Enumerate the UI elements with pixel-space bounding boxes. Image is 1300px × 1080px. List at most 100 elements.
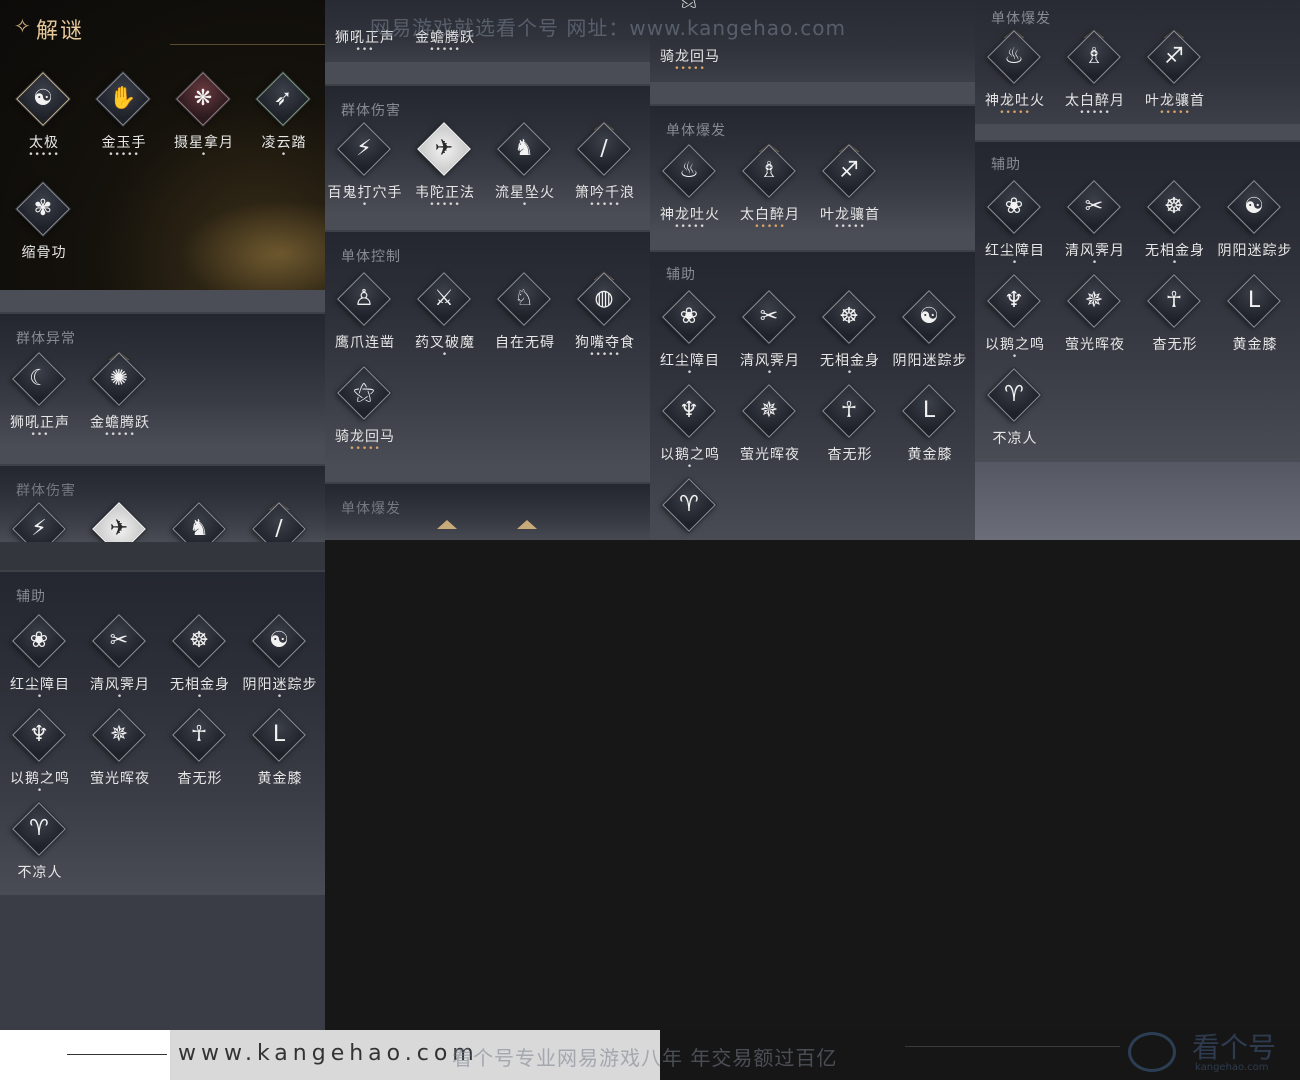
skill-yiezhiming[interactable]: ♆ 以鹅之鸣 • — [0, 708, 80, 800]
skill-suogugong[interactable]: ✾ 缩骨功 — [4, 182, 84, 274]
skill-jinchantengyue[interactable]: ✺ 金蟾腾跃 ••••• — [80, 351, 160, 444]
section-background-fill — [975, 462, 1300, 540]
skill-huangjinxi[interactable]: L 黄金膝 — [240, 708, 320, 800]
skill-yingguanghuiye[interactable]: ✵ 萤光晖夜 — [80, 708, 160, 800]
skill-name: 黄金膝 — [257, 771, 303, 787]
skill-level-dots: • — [686, 368, 694, 378]
skill-name: 阴阳迷踪步 — [242, 677, 318, 693]
skill-level-dots: • — [846, 368, 854, 378]
title-divider — [170, 44, 325, 45]
skill-level-dots: ••••• — [1079, 108, 1111, 118]
skill-qingfengjiyue[interactable]: ✂ 清风霁月 • — [1055, 180, 1135, 272]
lotus-icon: ❀ — [1004, 194, 1024, 219]
section-title: 单体控制 — [341, 249, 401, 265]
skill-buliangren[interactable]: ♈ 不凉人 — [0, 802, 80, 894]
lotus-icon: ❀ — [29, 628, 49, 653]
dragon-fire-icon: ♨ — [1004, 44, 1024, 69]
skill-zizaiwuai[interactable]: ♘ 自在无碍 — [485, 272, 565, 364]
drunk-icon: ♗ — [759, 158, 779, 183]
section-separator — [0, 290, 325, 312]
skill-taiji[interactable]: ☯ 太极 ••••• — [4, 72, 84, 164]
skill-gouzuiduoshi[interactable]: ◍ 狗嘴夺食 ••••• — [565, 271, 645, 364]
skill-level-dots: • — [196, 692, 204, 702]
skill-huangjinxi[interactable]: L 黄金膝 — [1215, 274, 1295, 366]
skill-shenlongtuhuo[interactable]: ♨ 神龙吐火 ••••• — [650, 144, 730, 232]
skill-yingguanghuiye[interactable]: ✵ 萤光晖夜 — [730, 384, 810, 476]
meditate-icon: ☸ — [189, 628, 209, 653]
brand-logo-subtext: kangehao.com — [1195, 1062, 1269, 1073]
skill-name: 阴阳迷踪步 — [892, 353, 968, 369]
skill-jinyushou[interactable]: ✋ 金玉手 ••••• — [84, 72, 164, 164]
skill-icon-partial[interactable]: ∕ ••• — [240, 501, 320, 542]
section-separator — [325, 62, 650, 84]
skill-hongchenzhangmu[interactable]: ❀ 红尘障目 • — [0, 614, 80, 706]
skill-name: 杳无形 — [177, 771, 223, 787]
skill-name: 阴阳迷踪步 — [1217, 243, 1293, 259]
skill-wuxiangjinshen[interactable]: ☸ 无相金身 • — [810, 290, 890, 382]
drunk-icon: ♗ — [1084, 44, 1104, 69]
screenshot-root: ✧ 解谜 ☯ 太极 ••••• ✋ 金玉手 ••••• ❋ 摄星拿月 • ➶ 凌… — [0, 0, 1300, 1080]
skill-icon-partial[interactable]: ✈ ••••• — [80, 502, 160, 542]
skill-name: 狗嘴夺食 — [575, 335, 635, 351]
yinyang-icon: ☯ — [919, 304, 939, 329]
figure-icon: ☥ — [840, 398, 858, 423]
skill-icon-partial[interactable]: ♞ ••••• — [160, 502, 240, 542]
skill-level-dots: ••••• — [1159, 108, 1191, 118]
toad-icon: ✺ — [109, 366, 129, 391]
skill-yinyangmizongbu[interactable]: ☯ 阴阳迷踪步 — [890, 290, 970, 382]
skill-hongchenzhangmu[interactable]: ❀ 红尘障目 • — [650, 290, 730, 382]
skill-name: 萤光晖夜 — [1065, 337, 1125, 353]
skill-hongchenzhangmu[interactable]: ❀ 红尘障目 • — [975, 180, 1055, 272]
skill-huangjinxi[interactable]: L 黄金膝 — [890, 384, 970, 476]
dragon-fire-icon: ♨ — [679, 158, 699, 183]
dragon-icon: ⚝ — [353, 380, 375, 405]
skill-shenlongtuhuo[interactable]: ♨ 神龙吐火 ••••• — [975, 29, 1055, 122]
skill-yaowuxing[interactable]: ☥ 杳无形 — [1135, 274, 1215, 366]
skill-level-dots: ••••• — [429, 200, 461, 210]
skill-name: 药叉破魔 — [415, 335, 475, 351]
skill-yaowuxing[interactable]: ☥ 杳无形 — [810, 384, 890, 476]
skill-shihouzhengsheng[interactable]: ☾ 狮吼正声 ••• — [0, 352, 80, 444]
skill-baiguidaxueshou[interactable]: ⚡ 百鬼打穴手 • — [325, 122, 405, 212]
section-group-damage: 群体伤害 ⚡ 百鬼打穴手 • ✈ 韦陀正法 ••••• ♞ 流星坠火 • ∕ 箫… — [325, 84, 650, 212]
flute-icon: ∕ — [275, 516, 283, 541]
skill-wuxiangjinshen[interactable]: ☸ 无相金身 • — [160, 614, 240, 706]
skill-name: 箫吟千浪 — [575, 185, 635, 201]
skill-level-dots: ••••• — [674, 64, 706, 74]
skill-yaowuxing[interactable]: ☥ 杳无形 — [160, 708, 240, 800]
rank-cap-icon — [437, 520, 457, 529]
wing-icon: ❋ — [193, 86, 213, 111]
skill-taibaizuiyue[interactable]: ♗ 太白醉月 ••••• — [730, 143, 810, 232]
skill-level-dots: • — [1011, 352, 1019, 362]
lightning-icon: ⚡ — [356, 136, 372, 161]
skill-yingzhualianzao[interactable]: ♙ 鹰爪连凿 — [325, 272, 405, 364]
skill-yelongxiangshou[interactable]: ♐ 叶龙骧首 ••••• — [1135, 29, 1215, 122]
skill-qilonghuima[interactable]: ⚝ 骑龙回马 ••••• — [325, 366, 405, 458]
skill-qingfengjiyue[interactable]: ✂ 清风霁月 • — [80, 614, 160, 706]
skill-buliangren[interactable]: ♈ 不凉人 — [975, 368, 1055, 460]
skill-name: 太白醉月 — [1065, 93, 1125, 109]
skill-yinyangmizongbu[interactable]: ☯ 阴阳迷踪步 — [1215, 180, 1295, 272]
skill-yiezhiming[interactable]: ♆ 以鹅之鸣 • — [650, 384, 730, 476]
skill-weituozhengfa[interactable]: ✈ 韦陀正法 ••••• — [405, 122, 485, 212]
skill-shexingnayue[interactable]: ❋ 摄星拿月 • — [164, 72, 244, 164]
skill-icon-partial[interactable]: ⚡ ••••• — [0, 502, 80, 542]
skill-wuxiangjinshen[interactable]: ☸ 无相金身 • — [1135, 180, 1215, 272]
skill-name: 无相金身 — [820, 353, 880, 369]
column-3: ⚝ 骑龙回马 ••••• 单体爆发 ♨ 神龙吐火 ••••• ♗ 太白醉月 ••… — [650, 0, 975, 540]
footer-url[interactable]: www.kangehao.com — [178, 1041, 479, 1066]
skill-yelongxiangshou[interactable]: ♐ 叶龙骧首 ••••• — [810, 143, 890, 232]
skill-liuxingzhuihuo[interactable]: ♞ 流星坠火 • — [485, 122, 565, 212]
skill-qingfengjiyue[interactable]: ✂ 清风霁月 • — [730, 290, 810, 382]
watermark-text: 网易游戏就选看个号 网址：www.kangehao.com — [370, 16, 847, 40]
skill-yingguanghuiye[interactable]: ✵ 萤光晖夜 — [1055, 274, 1135, 366]
skill-taibaizuiyue[interactable]: ♗ 太白醉月 ••••• — [1055, 29, 1135, 122]
puzzle-panel: ✧ 解谜 ☯ 太极 ••••• ✋ 金玉手 ••••• ❋ 摄星拿月 • ➶ 凌… — [0, 0, 325, 290]
swirl-icon: ✵ — [109, 722, 129, 747]
skill-buliangren-partial[interactable]: ♈ — [650, 478, 730, 540]
skill-lingyunta[interactable]: ➶ 凌云踏 • — [244, 72, 324, 164]
skill-yiezhiming[interactable]: ♆ 以鹅之鸣 • — [975, 274, 1055, 366]
skill-yaochapomo[interactable]: ⚔ 药叉破魔 • — [405, 272, 485, 364]
skill-yinyangmizongbu[interactable]: ☯ 阴阳迷踪步 • — [240, 614, 320, 706]
skill-xiaoyinqianlang[interactable]: ∕ 箫吟千浪 ••••• — [565, 121, 645, 212]
